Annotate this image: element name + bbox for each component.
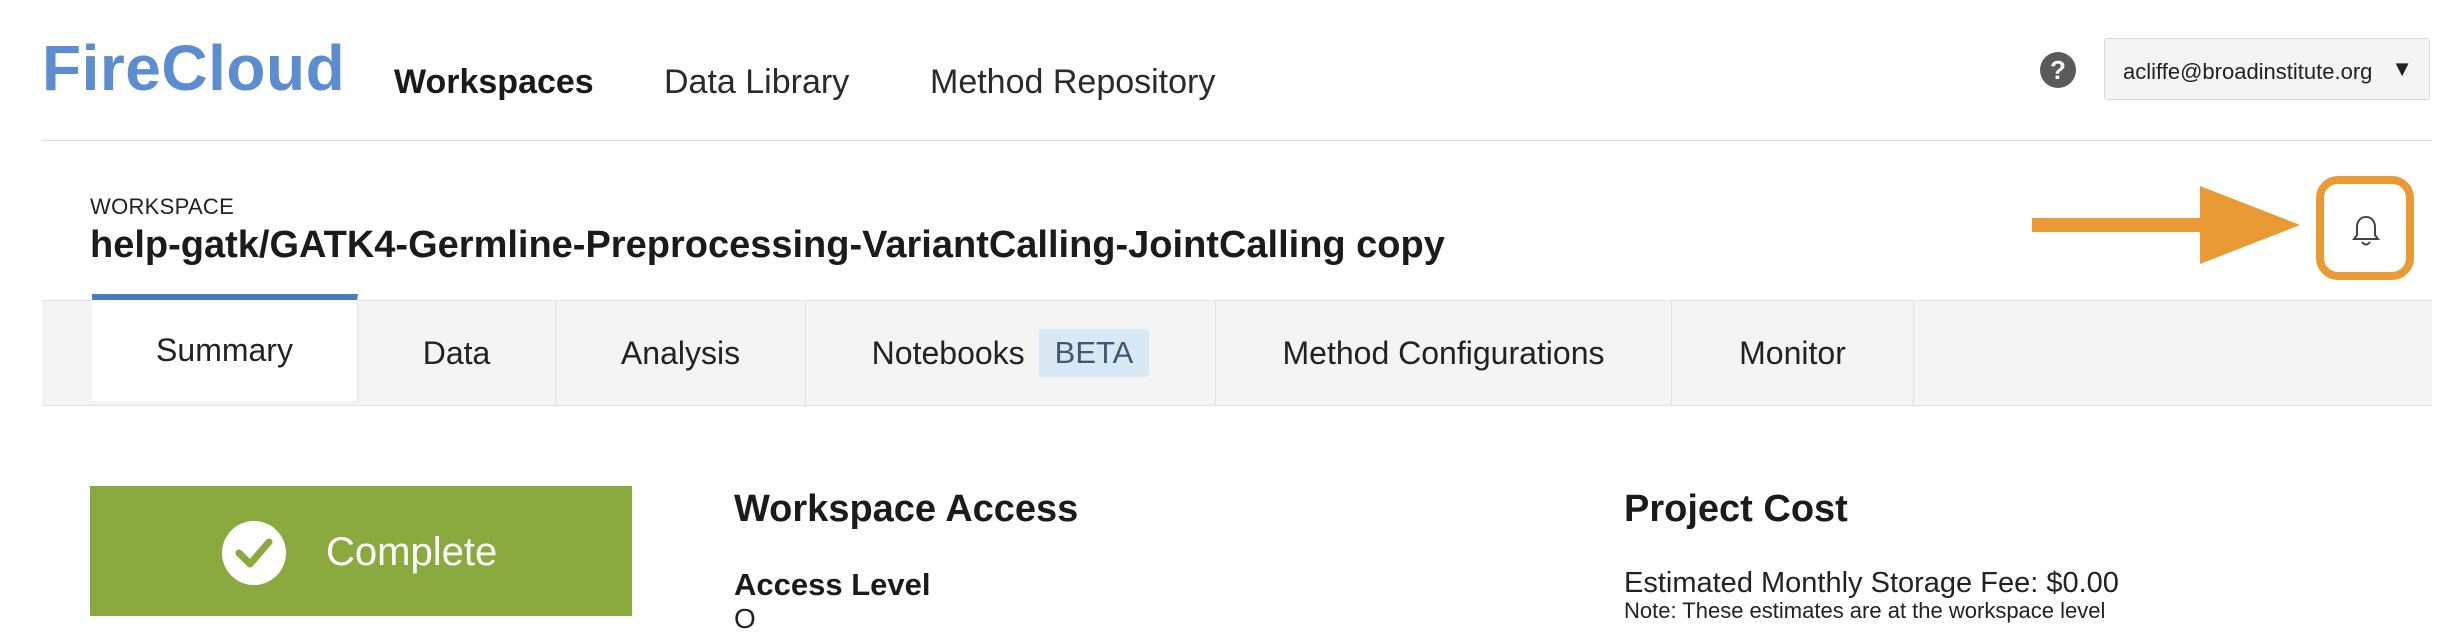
workspace-name: help-gatk/GATK4-Germline-Preprocessing-V… bbox=[90, 224, 1445, 266]
nav-workspaces[interactable]: Workspaces bbox=[394, 65, 594, 99]
tab-method-configurations-label: Method Configurations bbox=[1282, 334, 1605, 371]
help-icon[interactable]: ? bbox=[2040, 52, 2076, 88]
cost-note: Note: These estimates are at the workspa… bbox=[1624, 598, 2106, 623]
header-divider bbox=[42, 140, 2432, 141]
beta-badge: BETA bbox=[1038, 329, 1150, 377]
access-level-label: Access Level bbox=[734, 567, 931, 602]
check-circle-icon bbox=[222, 521, 286, 585]
tab-data[interactable]: Data bbox=[358, 300, 556, 406]
user-email: acliffe@broadinstitute.org bbox=[2123, 59, 2373, 84]
tab-summary-label: Summary bbox=[156, 332, 293, 368]
caret-down-icon: ▼ bbox=[2391, 56, 2413, 81]
user-account-dropdown[interactable]: acliffe@broadinstitute.org ▼ bbox=[2104, 38, 2430, 100]
project-cost-heading: Project Cost bbox=[1624, 488, 1848, 530]
firecloud-logo[interactable]: FireCloud bbox=[42, 36, 345, 100]
tab-data-label: Data bbox=[422, 334, 491, 371]
workspace-access-heading: Workspace Access bbox=[734, 488, 1079, 530]
tab-method-configurations[interactable]: Method Configurations bbox=[1216, 300, 1672, 406]
tab-notebooks[interactable]: Notebooks BETA bbox=[806, 300, 1216, 406]
tab-analysis-label: Analysis bbox=[620, 334, 741, 371]
tab-summary[interactable]: Summary bbox=[92, 294, 358, 401]
tab-analysis[interactable]: Analysis bbox=[556, 300, 806, 406]
tab-monitor-label: Monitor bbox=[1739, 334, 1846, 371]
nav-method-repository[interactable]: Method Repository bbox=[930, 65, 1215, 99]
tab-monitor[interactable]: Monitor bbox=[1672, 300, 1914, 406]
access-level-value: O bbox=[734, 603, 756, 634]
bell-icon bbox=[2352, 215, 2380, 246]
notification-bell-button[interactable] bbox=[2316, 176, 2414, 280]
storage-fee: Estimated Monthly Storage Fee: $0.00 bbox=[1624, 567, 2119, 599]
nav-data-library[interactable]: Data Library bbox=[664, 65, 849, 99]
workspace-status-card: Complete bbox=[90, 486, 632, 616]
status-label: Complete bbox=[326, 530, 498, 574]
tab-notebooks-label: Notebooks bbox=[871, 334, 1025, 371]
workspace-label: WORKSPACE bbox=[90, 194, 235, 219]
annotation-arrow bbox=[2030, 176, 2320, 286]
